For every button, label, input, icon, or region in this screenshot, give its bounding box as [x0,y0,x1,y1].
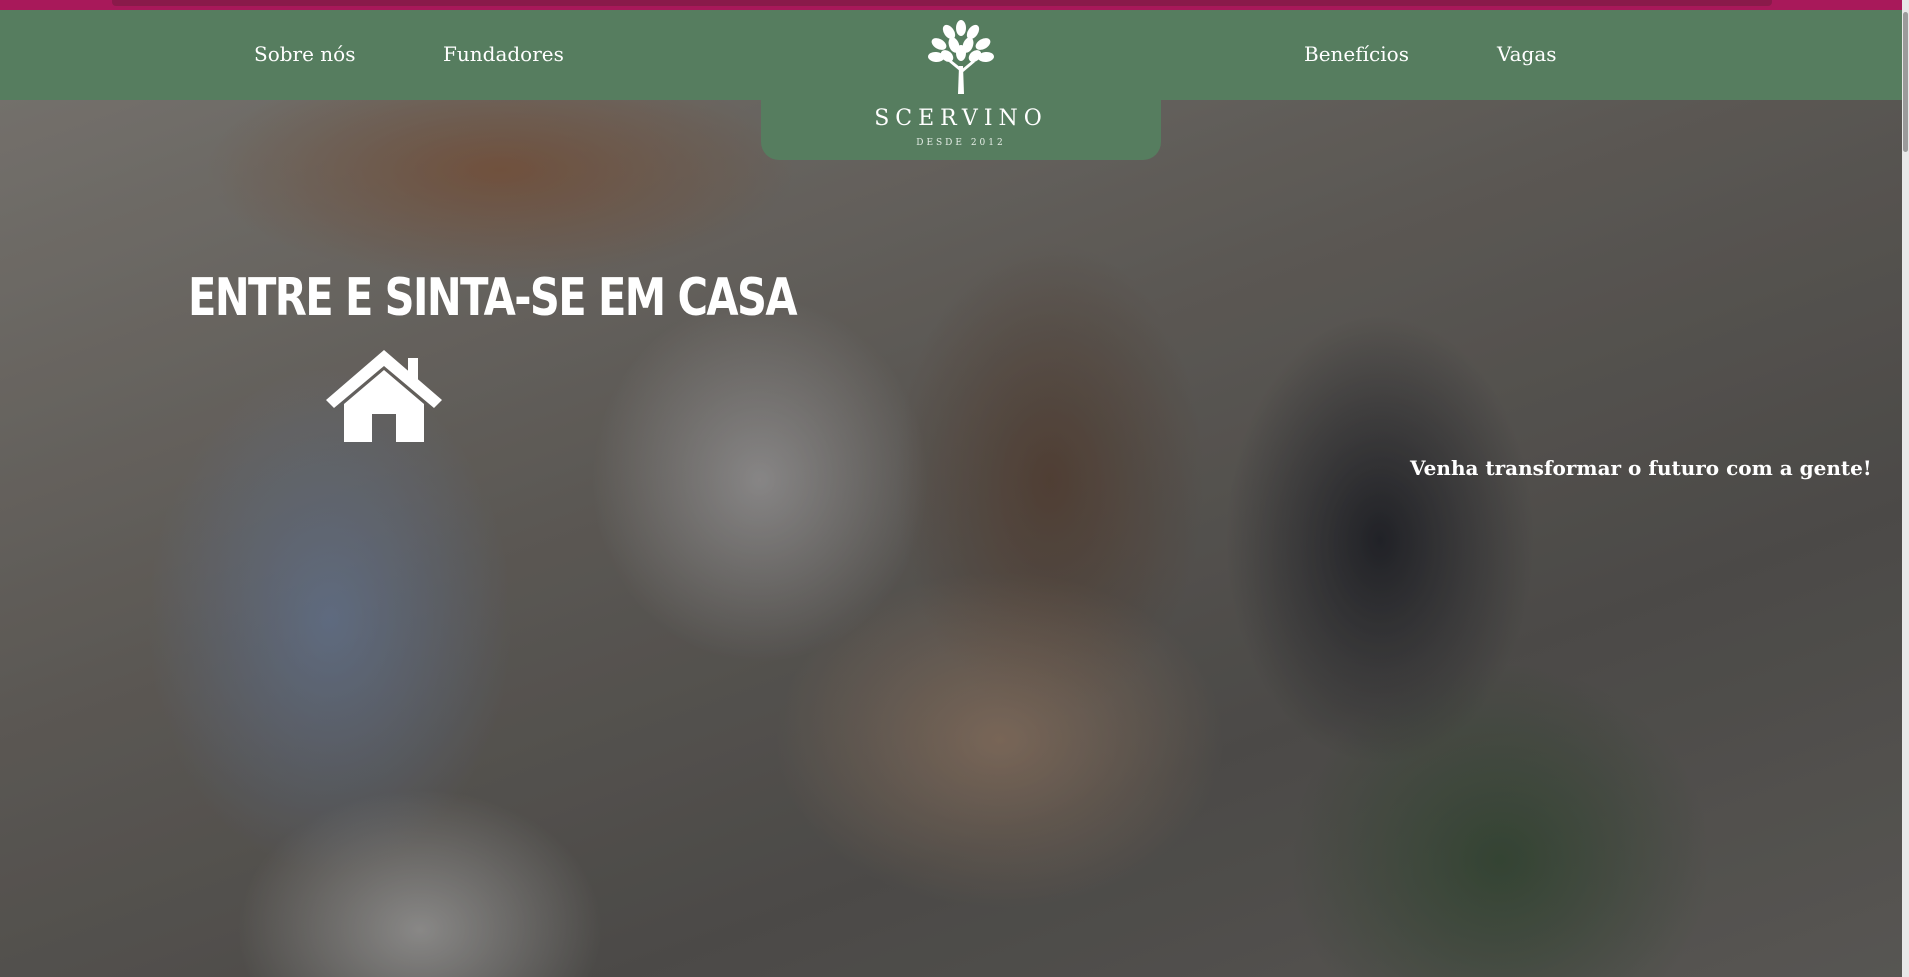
browser-top-bar [0,0,1909,10]
logo-subtitle: DESDE 2012 [916,138,1006,148]
hero-title: ENTRE E SINTA-SE EM CASA [188,268,798,328]
logo-name: SCERVINO [874,106,1048,131]
nav-link-sobre-nos[interactable]: Sobre nós [254,42,355,66]
hero-tagline: Venha transformar o futuro com a gente! [1410,456,1872,480]
nav-link-vagas[interactable]: Vagas [1497,42,1557,66]
top-bar-strip [112,0,1772,6]
tree-logo-icon [928,20,994,94]
home-icon [326,350,442,442]
hero-section: ENTRE E SINTA-SE EM CASA Venha transform… [0,100,1909,977]
logo[interactable]: SCERVINO DESDE 2012 [761,10,1161,160]
nav-link-fundadores[interactable]: Fundadores [443,42,564,66]
page-scrollbar[interactable] [1902,0,1909,977]
scrollbar-thumb[interactable] [1903,12,1908,152]
nav-link-beneficios[interactable]: Benefícios [1304,42,1409,66]
